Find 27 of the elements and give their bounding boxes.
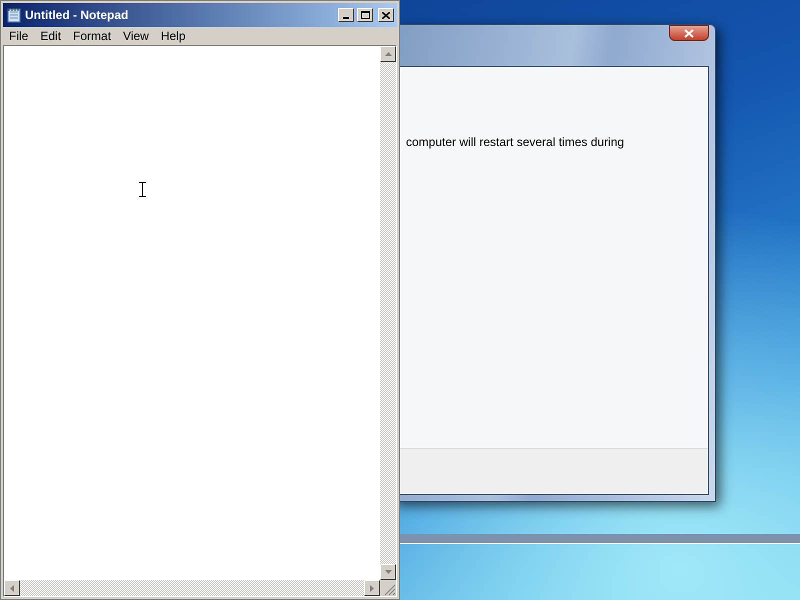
scroll-right-button[interactable] — [364, 580, 380, 596]
menu-item[interactable]: File — [3, 27, 34, 45]
minimize-icon — [343, 17, 349, 19]
window-title: Untitled - Notepad — [25, 7, 130, 24]
left-arrow-icon — [10, 584, 14, 592]
menu-item[interactable]: Format — [67, 27, 118, 45]
scroll-left-button[interactable] — [4, 580, 20, 596]
resize-grip-icon[interactable] — [384, 584, 396, 596]
close-icon — [382, 12, 390, 18]
down-arrow-icon — [384, 570, 392, 574]
setup-message: computer will restart several times during — [406, 134, 626, 151]
right-arrow-icon — [370, 584, 374, 592]
vertical-scrollbar[interactable] — [380, 46, 396, 580]
horizontal-scrollbar[interactable] — [4, 580, 380, 596]
scroll-up-button[interactable] — [380, 46, 396, 62]
scroll-down-button[interactable] — [380, 564, 396, 580]
menu-item[interactable]: Edit — [34, 27, 68, 45]
text-cursor-icon — [139, 182, 146, 197]
up-arrow-icon — [384, 52, 392, 56]
minimize-button[interactable] — [338, 8, 354, 22]
close-button[interactable] — [669, 25, 709, 41]
close-icon — [684, 28, 694, 38]
menu-item[interactable]: View — [117, 27, 155, 45]
maximize-icon — [360, 11, 370, 19]
notepad-icon — [6, 7, 22, 23]
menu-item[interactable]: Help — [154, 27, 192, 45]
maximize-button[interactable] — [357, 8, 373, 22]
